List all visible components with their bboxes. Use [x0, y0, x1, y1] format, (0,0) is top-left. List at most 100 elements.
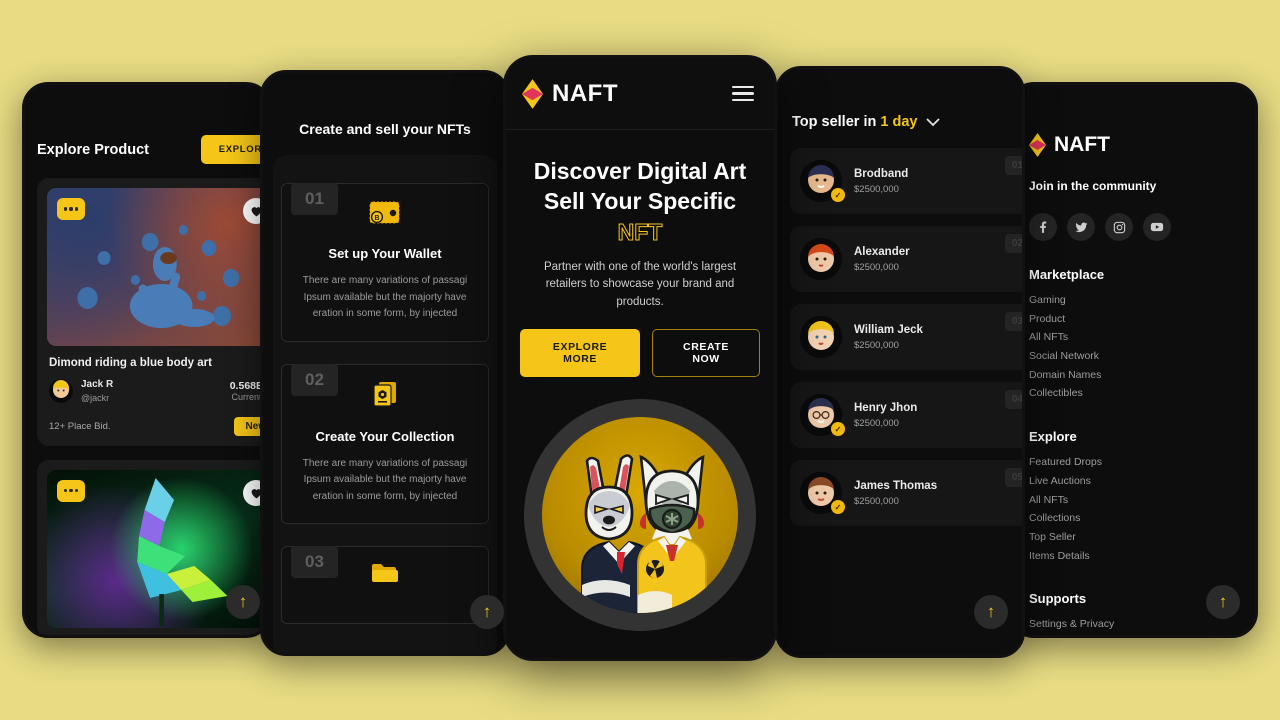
- owner-handle: @jackr: [81, 392, 110, 403]
- seller-name: Alexander: [854, 245, 910, 258]
- avatar: ✓: [800, 394, 845, 436]
- blue-figure-art: [77, 225, 240, 328]
- ethereum-diamond-icon: [1029, 133, 1046, 157]
- step-number: 01: [291, 183, 338, 215]
- footer-link[interactable]: Collections: [1029, 509, 1255, 528]
- brand[interactable]: NAFT: [522, 78, 618, 109]
- footer-section-explore: Explore Featured Drops Live Auctions All…: [1029, 429, 1255, 565]
- step-desc: There are many variations of passagi Ips…: [302, 457, 468, 502]
- seller-amount: $2500,000: [854, 495, 899, 507]
- verified-icon: ✓: [831, 188, 845, 202]
- create-now-button[interactable]: CREATE NOW: [652, 328, 760, 377]
- scroll-to-top-button[interactable]: ↑: [1206, 585, 1240, 619]
- seller-rank: 03: [1004, 312, 1022, 331]
- nft-owner[interactable]: Jack R @jackr: [49, 378, 113, 404]
- hero-title-line1: Discover Digital Art: [533, 158, 747, 184]
- hero-artwork-ring: [524, 398, 756, 631]
- footer-brand: NAFT: [1029, 133, 1255, 157]
- explore-title: Explore Product: [37, 141, 149, 158]
- avatar: ✓: [800, 160, 845, 202]
- footer-link[interactable]: All NFTs: [1029, 328, 1255, 347]
- footer-link[interactable]: Product: [1029, 310, 1255, 329]
- steps-panel: 01 B Set up Your Wallet There are many v…: [273, 155, 497, 653]
- sellers-title-prefix: Top seller in: [792, 114, 877, 130]
- hamburger-menu-icon[interactable]: [728, 82, 758, 106]
- footer-link[interactable]: Domain Names: [1029, 366, 1255, 385]
- seller-list-item[interactable]: 05 ✓ James Thomas $2500,000: [790, 460, 1022, 526]
- footer-section-marketplace: Marketplace Gaming Product All NFTs Soci…: [1029, 267, 1255, 403]
- arrow-up-icon: ↑: [986, 602, 996, 621]
- verified-icon: ✓: [831, 422, 845, 436]
- seller-rank: 01: [1004, 156, 1022, 175]
- hero-title-line2: Sell Your Specific: [543, 188, 737, 215]
- footer-tagline: Join in the community: [1029, 179, 1157, 193]
- seller-name: Brodband: [854, 167, 909, 180]
- avatar: ✓: [800, 472, 845, 514]
- owner-name: Jack R: [81, 379, 114, 390]
- footer-content: NAFT Join in the community Marketplace G…: [1011, 85, 1255, 635]
- footer-link[interactable]: Social Network: [1029, 347, 1255, 366]
- seller-amount: $2500,000: [854, 183, 899, 195]
- step-item[interactable]: 01 B Set up Your Wallet There are many v…: [281, 183, 489, 342]
- hero-title: Discover Digital Art Sell Your Specific …: [520, 156, 760, 247]
- steps-title: Create and sell your NFTs: [299, 121, 471, 137]
- step-item[interactable]: 03: [281, 546, 489, 624]
- scroll-to-top-button[interactable]: ↑: [974, 595, 1008, 629]
- sellers-screen: Top seller in 1 day 01 ✓ Brodband $2500,…: [778, 69, 1022, 655]
- footer-link[interactable]: Help & Support: [1029, 634, 1255, 635]
- nft-card[interactable]: Dimond riding a blue body art Jack R @ja…: [37, 178, 269, 446]
- step-number: 02: [291, 363, 338, 396]
- step-number: 03: [291, 546, 338, 578]
- twitter-icon[interactable]: [1067, 213, 1095, 241]
- explore-more-button[interactable]: EXPLORE MORE: [520, 328, 641, 377]
- youtube-icon[interactable]: [1143, 213, 1171, 241]
- scroll-to-top-button[interactable]: ↑: [226, 585, 260, 619]
- phone-create-sell-steps: Create and sell your NFTs 01 B Set up Yo…: [260, 70, 510, 656]
- step-item[interactable]: 02 Create Your Collection There are many…: [281, 363, 489, 524]
- phone-mockup-stage: Explore Product EXPLORE Dimond riding a …: [0, 0, 1280, 720]
- footer-screen: NAFT Join in the community Marketplace G…: [1011, 85, 1255, 635]
- arrow-up-icon: ↑: [1218, 592, 1228, 611]
- footer-link[interactable]: Top Seller: [1029, 528, 1255, 547]
- ethereum-diamond-icon: [522, 78, 543, 109]
- instagram-icon[interactable]: [1105, 213, 1133, 241]
- seller-name: William Jeck: [854, 323, 923, 336]
- place-bid-text[interactable]: 12+ Place Bid.: [49, 421, 111, 432]
- seller-amount: $2500,000: [854, 261, 899, 273]
- hero-screen: NAFT Discover Digital Art Sell Your Spec…: [506, 58, 774, 658]
- seller-name: Henry Jhon: [854, 401, 918, 414]
- svg-text:B: B: [374, 215, 379, 222]
- footer-section-title: Marketplace: [1029, 267, 1105, 282]
- seller-list-item[interactable]: 02 Alexander $2500,000: [790, 226, 1022, 292]
- footer-link[interactable]: Collectibles: [1029, 384, 1255, 403]
- footer-section-title: Explore: [1029, 429, 1077, 445]
- footer-link[interactable]: Live Auctions: [1029, 472, 1255, 491]
- footer-link[interactable]: All NFTs: [1029, 491, 1255, 510]
- nft-meta-row: Jack R @jackr 0.568ETH Current Bid: [47, 378, 269, 404]
- explore-button[interactable]: EXPLORE: [200, 135, 269, 164]
- seller-rank: 02: [1004, 234, 1022, 253]
- explore-header: Explore Product EXPLORE: [25, 85, 269, 178]
- sellers-title: Top seller in 1 day: [792, 114, 917, 130]
- chevron-down-icon[interactable]: [926, 115, 941, 130]
- footer-link[interactable]: Featured Drops: [1029, 453, 1255, 472]
- hero-buttons: EXPLORE MORE CREATE NOW: [520, 328, 760, 377]
- avatar: [49, 378, 73, 403]
- seller-list-item[interactable]: 04 ✓ Henry Jhon $2500,000: [790, 382, 1022, 448]
- seller-list-item[interactable]: 03 William Jeck $2500,000: [790, 304, 1022, 370]
- explore-screen: Explore Product EXPLORE Dimond riding a …: [25, 85, 269, 635]
- facebook-icon[interactable]: [1029, 213, 1057, 241]
- footer-socials: [1029, 213, 1255, 241]
- avatar: [800, 238, 842, 280]
- phone-explore-product: Explore Product EXPLORE Dimond riding a …: [22, 82, 272, 638]
- verified-icon: ✓: [831, 500, 845, 514]
- rabbit-and-wolf-mascot-illustration: [542, 416, 738, 613]
- seller-amount: $2500,000: [854, 339, 899, 351]
- hero-title-accent: NFT: [617, 218, 663, 245]
- footer-link[interactable]: Items Details: [1029, 547, 1255, 566]
- scroll-to-top-button[interactable]: ↑: [470, 595, 504, 629]
- seller-list-item[interactable]: 01 ✓ Brodband $2500,000: [790, 148, 1022, 214]
- seller-name: James Thomas: [854, 479, 938, 492]
- footer-link[interactable]: Gaming: [1029, 291, 1255, 310]
- sellers-header: Top seller in 1 day: [778, 69, 1022, 148]
